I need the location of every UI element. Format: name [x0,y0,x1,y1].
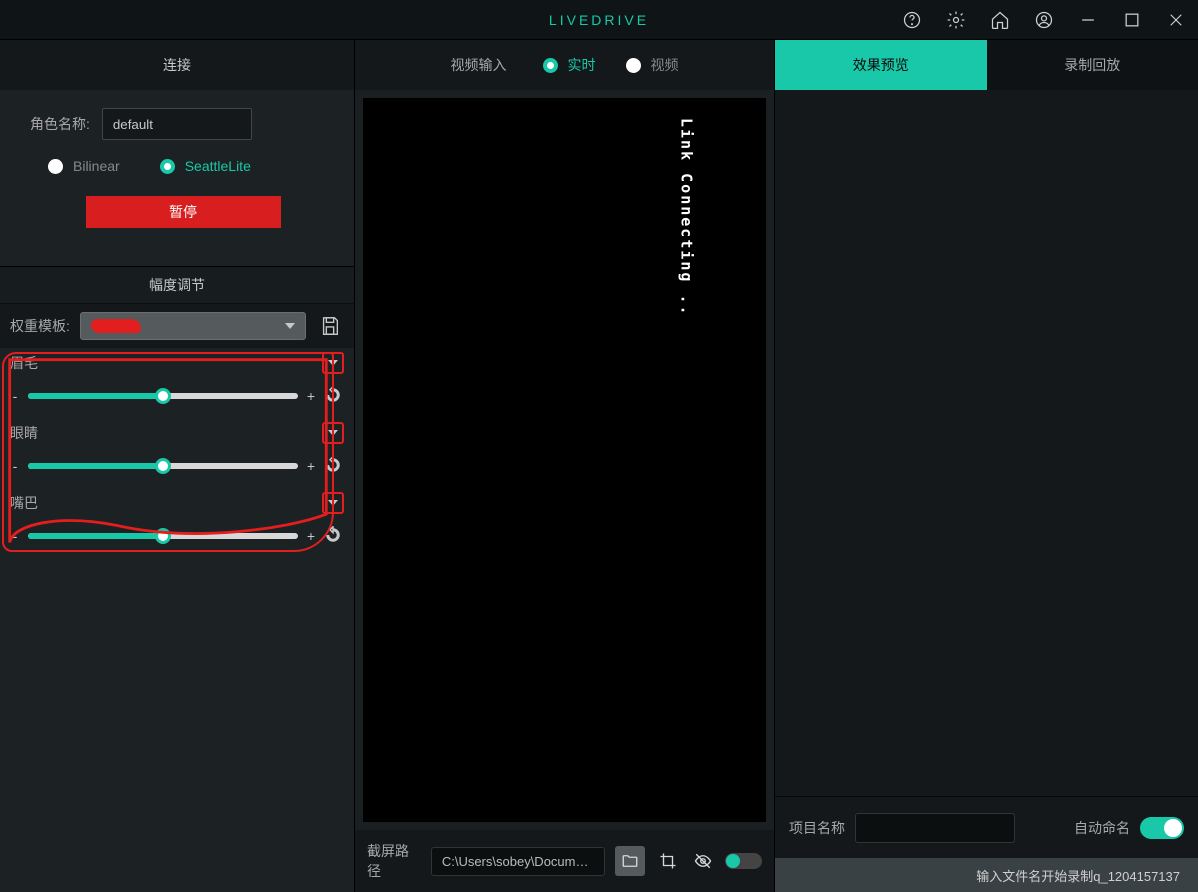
weight-template-select[interactable] [80,312,306,340]
home-icon[interactable] [978,0,1022,40]
slider-minus[interactable]: - [10,528,20,544]
autoname-label: 自动命名 [1074,818,1130,838]
sidebar-header: 连接 [0,40,354,90]
slider-label: 眼睛 [10,423,38,443]
radio-live-label: 实时 [568,55,596,75]
app-title: LIVEDRIVE [549,12,649,28]
reset-icon[interactable] [324,386,344,406]
weight-template-label: 权重模板: [10,316,70,336]
project-name-label: 项目名称 [789,818,845,838]
right-footer: 项目名称 自动命名 [775,796,1198,858]
link-status-text: Link Connecting .. [677,118,695,317]
radio-seattlelite[interactable]: SeattleLite [160,158,251,174]
sidebar: 连接 角色名称: Bilinear SeattleLite 暂停 幅度调节 权重… [0,40,355,892]
radio-dot-icon [626,58,641,73]
gear-icon[interactable] [934,0,978,40]
folder-icon[interactable] [615,846,646,876]
redacted-text [91,319,141,333]
radio-dot-icon [160,159,175,174]
radio-dot-icon [48,159,63,174]
project-name-input[interactable] [855,813,1015,843]
amplitude-section-title: 幅度调节 [0,266,354,304]
chevron-down-icon [285,323,295,329]
status-text: 输入文件名开始录制q_1204157137 [976,866,1180,885]
pause-button[interactable]: 暂停 [86,196,281,228]
radio-video[interactable]: 视频 [626,55,679,75]
slider-label: 眉毛 [10,353,38,373]
screenshot-path-value: C:\Users\sobey\Document... [431,847,605,876]
chevron-down-icon [328,360,338,366]
mini-toggle[interactable] [725,853,762,869]
slider-plus[interactable]: + [306,528,316,544]
reset-icon[interactable] [324,526,344,546]
autoname-toggle[interactable] [1140,817,1184,839]
slider-minus[interactable]: - [10,458,20,474]
role-name-label: 角色名称: [30,114,90,134]
chevron-down-icon [328,430,338,436]
slider-eyebrow: 眉毛 - + [10,348,344,418]
slider-track[interactable] [28,463,298,469]
minimize-icon[interactable] [1066,0,1110,40]
center-panel: 视频输入 实时 视频 Link Connecting .. 截屏路径 C:\Us… [355,40,775,892]
video-input-label: 视频输入 [451,55,507,75]
save-icon[interactable] [316,313,344,339]
slider-plus[interactable]: + [306,458,316,474]
radio-dot-icon [543,58,558,73]
sliders-panel: 眉毛 - + 眼睛 [0,348,354,588]
visibility-off-icon[interactable] [690,848,715,874]
video-input-tabs: 视频输入 实时 视频 [355,40,774,90]
radio-seattle-label: SeattleLite [185,158,251,174]
reset-icon[interactable] [324,456,344,476]
help-icon[interactable] [890,0,934,40]
slider-mouth: 嘴巴 - + [10,488,344,558]
radio-live[interactable]: 实时 [543,55,596,75]
title-bar: LIVEDRIVE [0,0,1198,40]
slider-eyes: 眼睛 - + [10,418,344,488]
slider-minus[interactable]: - [10,388,20,404]
crop-icon[interactable] [655,848,680,874]
right-panel: 效果预览 录制回放 项目名称 自动命名 输入文件名开始录制q_120415713… [775,40,1198,892]
slider-track[interactable] [28,393,298,399]
tab-preview[interactable]: 效果预览 [775,40,987,90]
screenshot-path-label: 截屏路径 [367,841,421,881]
radio-video-label: 视频 [651,55,679,75]
user-icon[interactable] [1022,0,1066,40]
expand-button[interactable] [322,422,344,444]
expand-button[interactable] [322,352,344,374]
chevron-down-icon [328,500,338,506]
right-tabs: 效果预览 录制回放 [775,40,1198,90]
expand-button[interactable] [322,492,344,514]
status-bar: 输入文件名开始录制q_1204157137 [775,858,1198,892]
slider-plus[interactable]: + [306,388,316,404]
maximize-icon[interactable] [1110,0,1154,40]
video-viewport: Link Connecting .. [363,98,766,822]
tab-playback[interactable]: 录制回放 [987,40,1198,90]
slider-label: 嘴巴 [10,493,38,513]
radio-bilinear-label: Bilinear [73,158,120,174]
role-name-input[interactable] [102,108,252,140]
close-icon[interactable] [1154,0,1198,40]
slider-track[interactable] [28,533,298,539]
radio-bilinear[interactable]: Bilinear [48,158,120,174]
preview-area [775,90,1198,796]
screenshot-bar: 截屏路径 C:\Users\sobey\Document... [355,830,774,892]
